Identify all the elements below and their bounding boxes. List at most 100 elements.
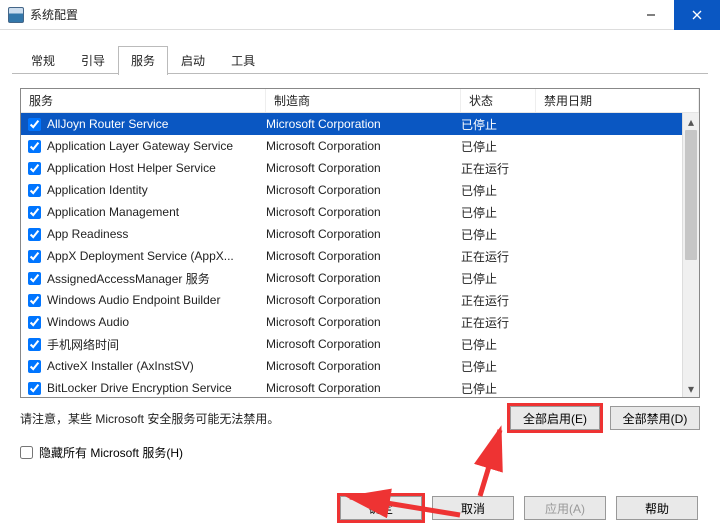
service-checkbox[interactable] [28,162,41,175]
service-status: 已停止 [461,226,536,243]
column-headers: 服务 制造商 状态 禁用日期 [21,89,699,113]
table-row[interactable]: ActiveX Installer (AxInstSV)Microsoft Co… [21,355,699,377]
window-controls [628,0,720,30]
table-row[interactable]: AllJoyn Router ServiceMicrosoft Corporat… [21,113,699,135]
service-manufacturer: Microsoft Corporation [266,271,461,285]
service-checkbox[interactable] [28,338,41,351]
service-status: 已停止 [461,380,536,397]
apply-button[interactable]: 应用(A) [524,496,606,520]
service-checkbox[interactable] [28,184,41,197]
service-checkbox[interactable] [28,118,41,131]
service-manufacturer: Microsoft Corporation [266,293,461,307]
service-checkbox[interactable] [28,140,41,153]
service-manufacturer: Microsoft Corporation [266,359,461,373]
service-name: Application Management [47,205,266,219]
under-list-bar: 请注意，某些 Microsoft 安全服务可能无法禁用。 全部启用(E) 全部禁… [20,406,700,430]
service-name: AppX Deployment Service (AppX... [47,249,266,263]
service-status: 正在运行 [461,160,536,177]
service-name: Application Identity [47,183,266,197]
service-manufacturer: Microsoft Corporation [266,183,461,197]
service-name: Application Host Helper Service [47,161,266,175]
help-button[interactable]: 帮助 [616,496,698,520]
service-checkbox[interactable] [28,206,41,219]
table-row[interactable]: Windows AudioMicrosoft Corporation正在运行 [21,311,699,333]
service-name: App Readiness [47,227,266,241]
service-name: Windows Audio Endpoint Builder [47,293,266,307]
minimize-button[interactable] [628,0,674,30]
service-status: 已停止 [461,336,536,353]
service-manufacturer: Microsoft Corporation [266,337,461,351]
vertical-scrollbar[interactable]: ▴ ▾ [682,113,699,397]
table-row[interactable]: Application Layer Gateway ServiceMicroso… [21,135,699,157]
service-status: 正在运行 [461,314,536,331]
service-manufacturer: Microsoft Corporation [266,227,461,241]
scroll-up-icon[interactable]: ▴ [683,113,699,130]
service-name: BitLocker Drive Encryption Service [47,381,266,395]
table-row[interactable]: Windows Audio Endpoint BuilderMicrosoft … [21,289,699,311]
service-checkbox[interactable] [28,272,41,285]
service-manufacturer: Microsoft Corporation [266,381,461,395]
column-disabled-date[interactable]: 禁用日期 [536,89,699,112]
column-manufacturer[interactable]: 制造商 [266,89,461,112]
service-checkbox[interactable] [28,228,41,241]
tab-strip: 常规 引导 服务 启动 工具 [0,30,720,74]
service-manufacturer: Microsoft Corporation [266,161,461,175]
cancel-button[interactable]: 取消 [432,496,514,520]
disable-all-button[interactable]: 全部禁用(D) [610,406,700,430]
service-status: 正在运行 [461,248,536,265]
tab-boot[interactable]: 引导 [68,47,118,74]
services-rows: AllJoyn Router ServiceMicrosoft Corporat… [21,113,699,397]
service-status: 正在运行 [461,292,536,309]
tab-general[interactable]: 常规 [18,47,68,74]
service-checkbox[interactable] [28,382,41,395]
service-status: 已停止 [461,270,536,287]
table-row[interactable]: Application IdentityMicrosoft Corporatio… [21,179,699,201]
service-name: AssignedAccessManager 服务 [47,270,266,287]
service-checkbox[interactable] [28,360,41,373]
services-listbox: 服务 制造商 状态 禁用日期 AllJoyn Router ServiceMic… [20,88,700,398]
service-manufacturer: Microsoft Corporation [266,117,461,131]
service-checkbox[interactable] [28,250,41,263]
enable-all-button[interactable]: 全部启用(E) [510,406,600,430]
tab-tools[interactable]: 工具 [218,47,268,74]
service-name: AllJoyn Router Service [47,117,266,131]
table-row[interactable]: 手机网络时间Microsoft Corporation已停止 [21,333,699,355]
service-manufacturer: Microsoft Corporation [266,249,461,263]
table-row[interactable]: Application ManagementMicrosoft Corporat… [21,201,699,223]
service-status: 已停止 [461,358,536,375]
window-title: 系统配置 [30,6,78,23]
table-row[interactable]: App ReadinessMicrosoft Corporation已停止 [21,223,699,245]
tab-services[interactable]: 服务 [118,46,168,75]
scroll-down-icon[interactable]: ▾ [683,380,699,397]
service-name: Application Layer Gateway Service [47,139,266,153]
title-bar: 系统配置 [0,0,720,30]
table-row[interactable]: AssignedAccessManager 服务Microsoft Corpor… [21,267,699,289]
hide-ms-services-label: 隐藏所有 Microsoft 服务(H) [39,444,183,461]
app-icon [8,7,24,23]
hide-ms-services-input[interactable] [20,446,33,459]
table-row[interactable]: BitLocker Drive Encryption ServiceMicros… [21,377,699,397]
service-status: 已停止 [461,182,536,199]
service-manufacturer: Microsoft Corporation [266,205,461,219]
service-name: ActiveX Installer (AxInstSV) [47,359,266,373]
table-row[interactable]: AppX Deployment Service (AppX...Microsof… [21,245,699,267]
service-name: Windows Audio [47,315,266,329]
scroll-thumb[interactable] [685,130,697,260]
service-status: 已停止 [461,138,536,155]
service-status: 已停止 [461,204,536,221]
hide-ms-services-checkbox[interactable]: 隐藏所有 Microsoft 服务(H) [20,444,700,461]
close-button[interactable] [674,0,720,30]
note-text: 请注意，某些 Microsoft 安全服务可能无法禁用。 [20,410,510,427]
table-row[interactable]: Application Host Helper ServiceMicrosoft… [21,157,699,179]
service-checkbox[interactable] [28,316,41,329]
content-area: 服务 制造商 状态 禁用日期 AllJoyn Router ServiceMic… [0,74,720,471]
dialog-footer: 确定 取消 应用(A) 帮助 [340,496,698,520]
column-service[interactable]: 服务 [21,89,266,112]
ok-button[interactable]: 确定 [340,496,422,520]
service-name: 手机网络时间 [47,336,266,353]
service-manufacturer: Microsoft Corporation [266,315,461,329]
tab-startup[interactable]: 启动 [168,47,218,74]
column-status[interactable]: 状态 [461,89,536,112]
service-status: 已停止 [461,116,536,133]
service-checkbox[interactable] [28,294,41,307]
